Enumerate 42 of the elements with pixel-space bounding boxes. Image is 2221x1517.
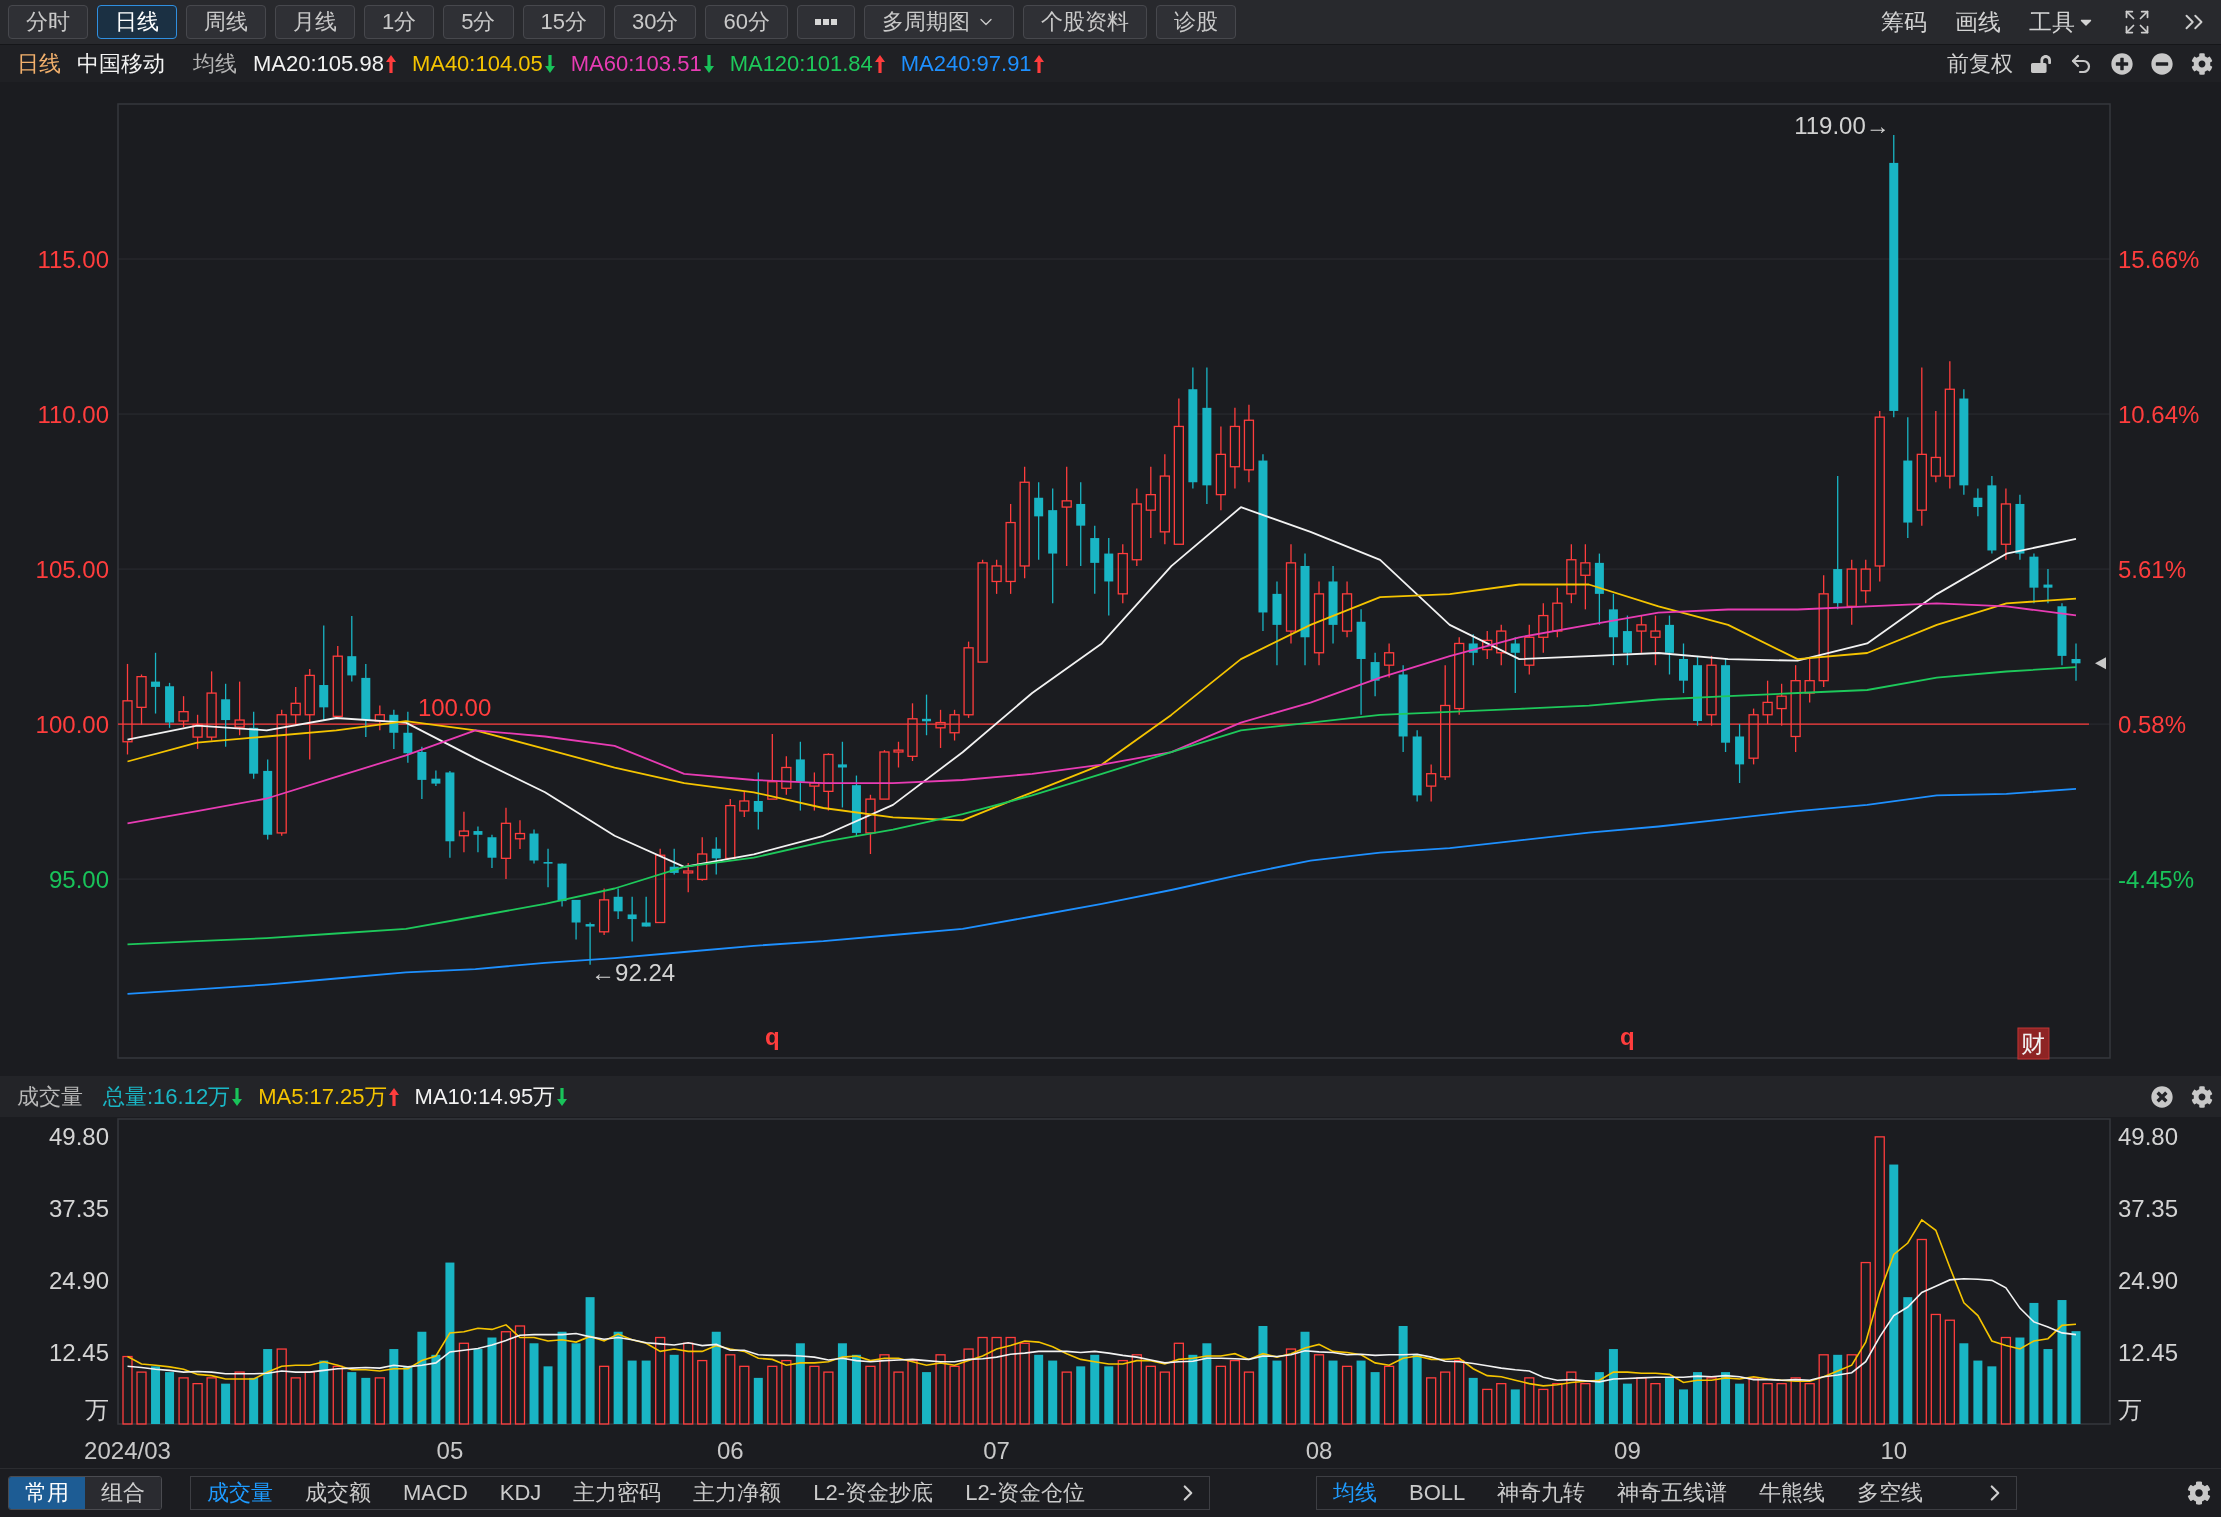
- volume-axis-label: 37.35: [48, 1195, 109, 1223]
- moving-average-value: MA40:104.05: [411, 50, 543, 77]
- volume-axis-label: 12.45: [48, 1338, 109, 1366]
- price-axis-label: 100.00: [35, 710, 109, 738]
- percent-axis-label: -4.45%: [2118, 865, 2195, 893]
- percent-axis-label: 10.64%: [2118, 400, 2200, 428]
- volume-axis-label: 49.80: [48, 1123, 109, 1151]
- date-axis-label: 07: [983, 1436, 1010, 1464]
- percent-axis-label: 15.66%: [2118, 245, 2200, 273]
- percent-axis-label: 0.58%: [2118, 710, 2187, 738]
- price-axis-label: 105.00: [35, 555, 109, 583]
- low-price-label: ←92.24: [591, 959, 676, 987]
- date-axis-label: 09: [1614, 1436, 1641, 1464]
- moving-average-value: MA20:105.98: [253, 50, 384, 77]
- price-axis-label: 95.00: [48, 865, 109, 893]
- volume-axis-label: 24.90: [48, 1266, 109, 1294]
- reference-line-label: 100.00: [417, 693, 492, 721]
- date-axis-label: 08: [1305, 1436, 1333, 1464]
- volume-value: MA10:14.95万: [414, 1082, 556, 1111]
- date-axis-label: 10: [1880, 1436, 1908, 1464]
- volume-axis-label: 24.90: [2118, 1266, 2179, 1294]
- volume-value: 总量:16.12万: [103, 1082, 231, 1111]
- price-axis-label: 115.00: [37, 245, 109, 273]
- period-label: 日线: [17, 49, 61, 78]
- volume-unit-label: 万: [2118, 1395, 2142, 1423]
- date-axis-label: 2024/03: [84, 1436, 171, 1464]
- date-axis-label: 05: [436, 1436, 464, 1464]
- moving-average-value: MA60:103.51: [570, 50, 702, 77]
- volume-title: 成交量: [17, 1082, 83, 1111]
- high-price-label: 119.00→: [1794, 111, 1890, 139]
- date-axis-label: 06: [716, 1436, 744, 1464]
- percent-axis-label: 5.61%: [2118, 555, 2187, 583]
- volume-axis-label: 12.45: [2118, 1338, 2179, 1366]
- stock-name: 中国移动: [77, 49, 165, 78]
- volume-unit-label: 万: [85, 1395, 109, 1423]
- volume-axis-label: 37.35: [2118, 1195, 2179, 1223]
- moving-average-value: MA120:101.84: [729, 50, 873, 77]
- indicator-label: 均线: [193, 49, 237, 78]
- moving-average-value: MA240:97.91: [900, 50, 1032, 77]
- volume-value: MA5:17.25万: [258, 1082, 387, 1111]
- price-axis-label: 110.00: [37, 400, 109, 428]
- volume-axis-label: 49.80: [2118, 1123, 2179, 1151]
